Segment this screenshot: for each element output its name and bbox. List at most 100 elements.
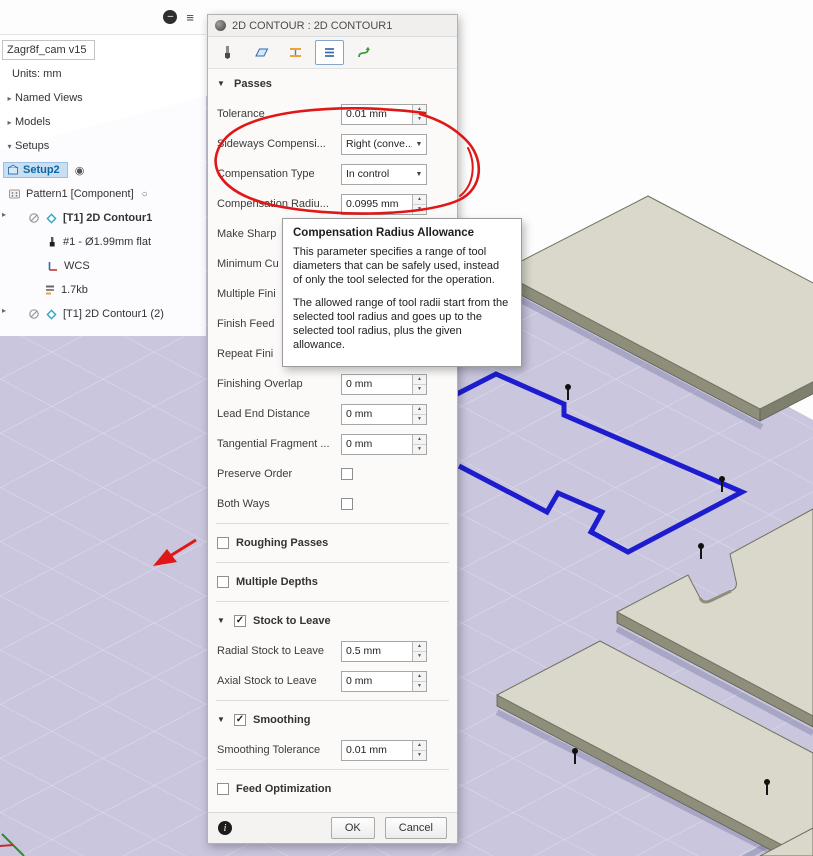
browser-menu-icon[interactable]: ≡ — [186, 11, 194, 24]
info-icon[interactable]: i — [218, 821, 232, 835]
compensation-type-value: In control — [346, 168, 390, 180]
stock-to-leave-checkbox[interactable]: ✓ — [234, 615, 246, 627]
contour-dialog: 2D CONTOUR : 2D CONTOUR1 ▼ Passes Tolera… — [207, 14, 458, 844]
dialog-title-bar[interactable]: 2D CONTOUR : 2D CONTOUR1 — [208, 15, 457, 37]
active-setup-icon[interactable]: ◉ — [75, 164, 85, 177]
tree-item-pattern1[interactable]: Pattern1 [Component] ○ — [0, 182, 206, 206]
finishing-overlap-value[interactable]: 0 mm — [342, 378, 412, 390]
spinner-buttons[interactable]: ▲ ▼ — [412, 434, 426, 454]
tree-item-contour1-2[interactable]: ▸ [T1] 2D Contour1 (2) — [0, 302, 206, 326]
collapse-icon[interactable]: ▼ — [217, 80, 227, 88]
divider — [216, 769, 449, 770]
compensation-radius-label: Compensation Radiu... — [217, 198, 329, 210]
axis-red — [0, 844, 14, 847]
pattern1-label: Pattern1 [Component] — [26, 188, 134, 200]
spinner-buttons[interactable]: ▲ ▼ — [412, 641, 426, 661]
document-name[interactable]: Zagr8f_cam v15 — [2, 40, 95, 60]
spinner-buttons[interactable]: ▲ ▼ — [412, 740, 426, 760]
smoothing-label: Smoothing — [253, 714, 311, 726]
finishing-overlap-spinner[interactable]: 0 mm ▲ ▼ — [341, 373, 427, 395]
row-axial-stock: Axial Stock to Leave 0 mm ▲ ▼ — [208, 666, 457, 696]
expand-icon[interactable]: ▸ — [4, 94, 15, 103]
units-label: Units: mm — [12, 68, 62, 80]
tangential-fragment-spinner[interactable]: 0 mm ▲ ▼ — [341, 433, 427, 455]
row-both-ways: Both Ways — [208, 489, 457, 519]
setup2-selected-row[interactable]: Setup2 — [3, 162, 68, 178]
tree-item-setup2[interactable]: Setup2 ◉ — [0, 158, 206, 182]
preserve-order-checkbox[interactable] — [341, 468, 353, 480]
tree-item-wcs[interactable]: WCS — [0, 254, 206, 278]
section-stock-to-leave[interactable]: ▼ ✓ Stock to Leave — [208, 606, 457, 636]
spinner-buttons[interactable]: ▲ ▼ — [412, 194, 426, 214]
tab-linking[interactable] — [349, 40, 378, 65]
spinner-buttons[interactable]: ▲ ▼ — [412, 104, 426, 124]
section-feed-optimization[interactable]: Feed Optimization — [208, 774, 457, 804]
tree-item-contour1[interactable]: ▸ [T1] 2D Contour1 — [0, 206, 206, 230]
expand-icon[interactable]: ▸ — [2, 306, 6, 315]
tolerance-spinner[interactable]: 0.01 mm ▲ ▼ — [341, 103, 427, 125]
selection-marker-icon[interactable]: ▸ — [2, 210, 6, 219]
chevron-down-icon[interactable]: ▼ — [412, 171, 426, 178]
axial-stock-value[interactable]: 0 mm — [342, 675, 412, 687]
row-smoothing-tolerance: Smoothing Tolerance 0.01 mm ▲ ▼ — [208, 735, 457, 765]
divider — [216, 601, 449, 602]
tab-heights[interactable] — [281, 40, 310, 65]
row-compensation-type: Compensation Type In control ▼ — [208, 159, 457, 189]
roughing-passes-checkbox[interactable] — [217, 537, 229, 549]
tree-item-tool1[interactable]: #1 - Ø1.99mm flat — [0, 230, 206, 254]
chevron-down-icon[interactable]: ▼ — [412, 141, 426, 148]
tab-passes[interactable] — [315, 40, 344, 65]
compensation-radius-value[interactable]: 0.0995 mm — [342, 198, 412, 210]
spinner-buttons[interactable]: ▲ ▼ — [412, 404, 426, 424]
section-passes-header[interactable]: ▼ Passes — [208, 69, 457, 99]
smoothing-tolerance-value[interactable]: 0.01 mm — [342, 744, 412, 756]
visibility-icon[interactable] — [28, 212, 40, 224]
browser-collapse-icon[interactable]: – — [163, 10, 178, 24]
sideways-compensation-dropdown[interactable]: Right (conve... ▼ — [341, 133, 427, 155]
both-ways-checkbox[interactable] — [341, 498, 353, 510]
section-smoothing[interactable]: ▼ ✓ Smoothing — [208, 705, 457, 735]
lead-end-distance-value[interactable]: 0 mm — [342, 408, 412, 420]
browser-panel: – ≡ Zagr8f_cam v15 Units: mm ▸ Named Vie… — [0, 0, 206, 336]
collapse-icon[interactable]: ▼ — [217, 617, 227, 625]
smoothing-tolerance-spinner[interactable]: 0.01 mm ▲ ▼ — [341, 739, 427, 761]
collapse-icon[interactable]: ▼ — [217, 716, 227, 724]
axial-stock-spinner[interactable]: 0 mm ▲ ▼ — [341, 670, 427, 692]
operation-icon — [215, 20, 226, 31]
finishing-overlap-label: Finishing Overlap — [217, 378, 303, 390]
multiple-depths-checkbox[interactable] — [217, 576, 229, 588]
tooltip-paragraph-1: This parameter specifies a range of tool… — [293, 246, 500, 286]
tangential-fragment-value[interactable]: 0 mm — [342, 438, 412, 450]
cancel-button[interactable]: Cancel — [384, 817, 447, 839]
collapse-icon[interactable]: ▾ — [4, 142, 15, 151]
section-multiple-depths[interactable]: Multiple Depths — [208, 567, 457, 597]
passes-header-label: Passes — [234, 78, 272, 90]
compensation-type-dropdown[interactable]: In control ▼ — [341, 163, 427, 185]
divider — [216, 523, 449, 524]
radial-stock-spinner[interactable]: 0.5 mm ▲ ▼ — [341, 640, 427, 662]
tab-geometry[interactable] — [247, 40, 276, 65]
tree-item-models[interactable]: ▸ Models — [0, 110, 206, 134]
tree-item-setups[interactable]: ▾ Setups — [0, 134, 206, 158]
tree-item-named-views[interactable]: ▸ Named Views — [0, 86, 206, 110]
tab-tool[interactable] — [213, 40, 242, 65]
lead-end-distance-spinner[interactable]: 0 mm ▲ ▼ — [341, 403, 427, 425]
tolerance-value[interactable]: 0.01 mm — [342, 108, 412, 120]
row-tangential-fragment: Tangential Fragment ... 0 mm ▲ ▼ — [208, 429, 457, 459]
compensation-radius-spinner[interactable]: 0.0995 mm ▲ ▼ — [341, 193, 427, 215]
row-finishing-overlap: Finishing Overlap 0 mm ▲ ▼ — [208, 369, 457, 399]
ok-button[interactable]: OK — [330, 817, 375, 839]
smoothing-checkbox[interactable]: ✓ — [234, 714, 246, 726]
tree-item-size[interactable]: 1.7kb — [0, 278, 206, 302]
divider — [216, 700, 449, 701]
visibility-icon[interactable] — [28, 308, 40, 320]
radial-stock-label: Radial Stock to Leave — [217, 645, 325, 657]
feed-optimization-checkbox[interactable] — [217, 783, 229, 795]
section-roughing-passes[interactable]: Roughing Passes — [208, 528, 457, 558]
dialog-title: 2D CONTOUR : 2D CONTOUR1 — [232, 19, 393, 32]
operation-diamond-icon — [45, 308, 58, 321]
radial-stock-value[interactable]: 0.5 mm — [342, 645, 412, 657]
spinner-buttons[interactable]: ▲ ▼ — [412, 374, 426, 394]
expand-icon[interactable]: ▸ — [4, 118, 15, 127]
spinner-buttons[interactable]: ▲ ▼ — [412, 671, 426, 691]
